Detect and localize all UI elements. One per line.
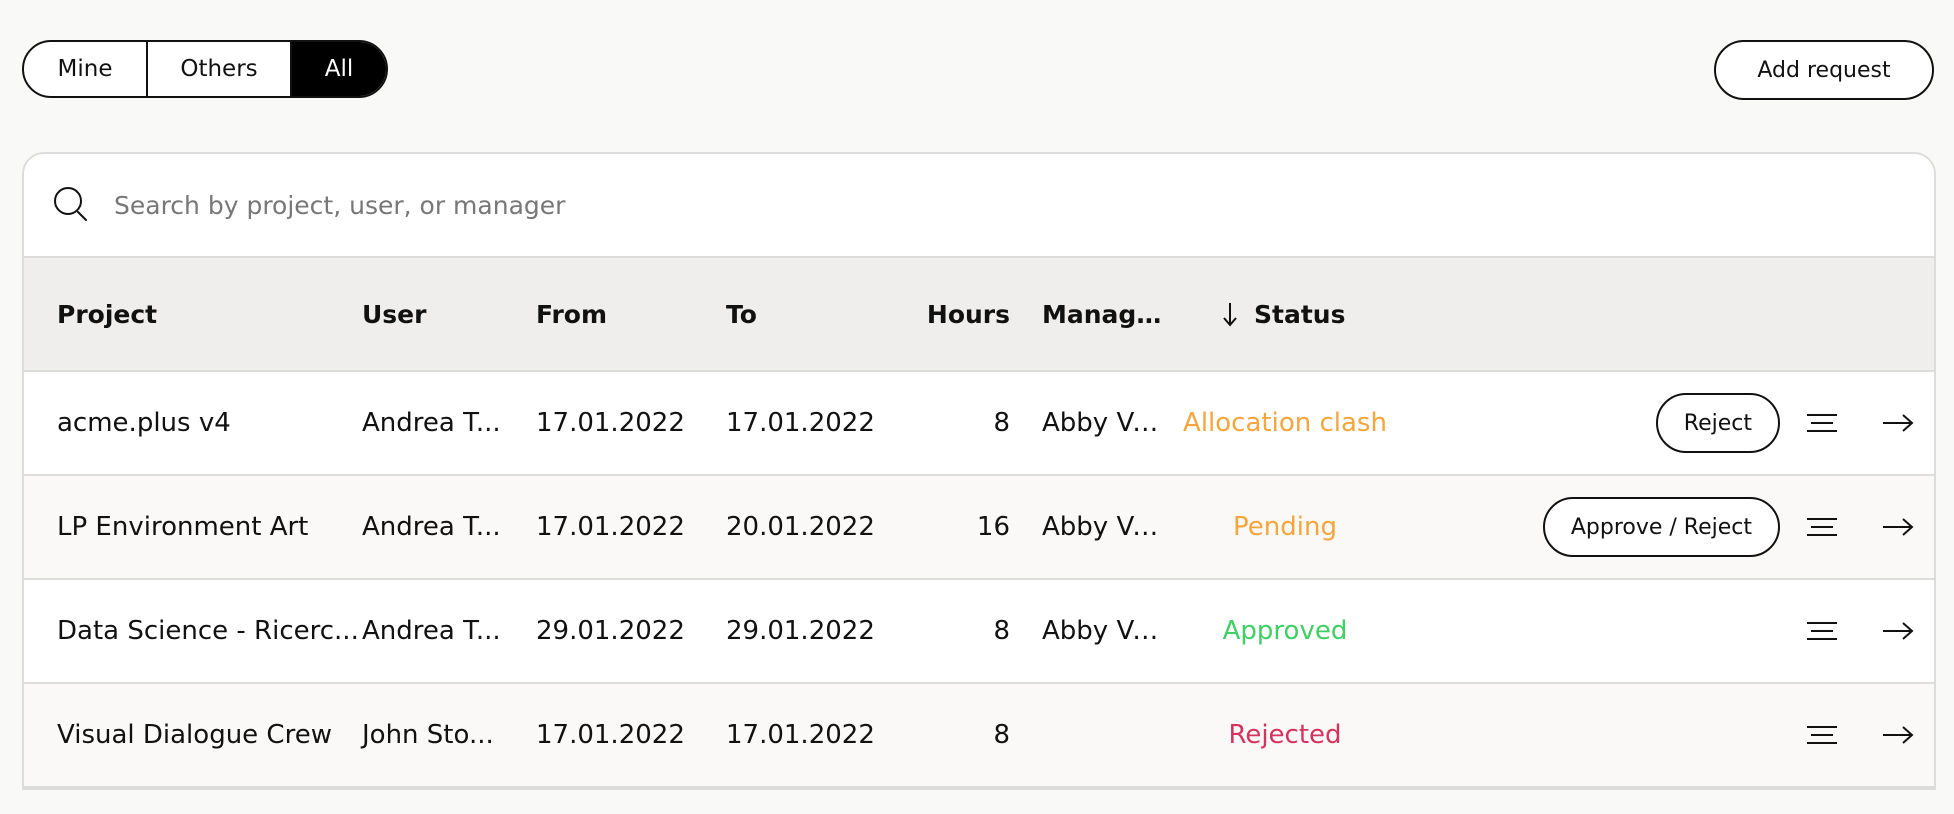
table-row[interactable]: acme.plus v4 Andrea T... 17.01.2022 17.01.2… [24,372,1934,476]
cell-project: acme.plus v4 [57,408,231,438]
search-bar [24,154,1934,258]
cell-to: 17.01.2022 [726,408,875,438]
row-actions [1400,715,1934,755]
cell-project: Data Science - Ricerc... [57,616,359,646]
requests-card: Project User From To Hours Manager Statu… [22,152,1936,790]
search-input[interactable] [114,190,1714,220]
cell-project: Visual Dialogue Crew [57,720,332,750]
cell-from: 29.01.2022 [536,616,685,646]
cell-status: Pending [1233,512,1337,542]
cell-project: LP Environment Art [57,512,309,542]
cell-manager: Abby Vari... [1042,616,1170,646]
cell-from: 17.01.2022 [536,720,685,750]
arrow-right-icon[interactable] [1878,403,1918,443]
cell-user: Andrea T... [362,616,501,646]
cell-manager: Abby Vari... [1042,512,1170,542]
cell-hours: 8 [993,408,1010,438]
filter-mine-tab[interactable]: Mine [24,42,146,96]
column-header-project[interactable]: Project [24,300,360,329]
lines-icon[interactable] [1802,715,1842,755]
cell-user: John Sto... [362,720,494,750]
cell-status: Allocation clash [1183,408,1387,438]
cell-to: 17.01.2022 [726,720,875,750]
row-actions: Reject [1400,393,1934,453]
cell-manager: Abby Vari... [1042,408,1170,438]
column-header-from[interactable]: From [536,300,726,329]
cell-hours: 8 [993,616,1010,646]
cell-user: Andrea T... [362,408,501,438]
cell-to: 29.01.2022 [726,616,875,646]
table-body: acme.plus v4 Andrea T... 17.01.2022 17.01.2… [24,372,1934,788]
filter-all-tab[interactable]: All [290,42,386,96]
table-row[interactable]: Data Science - Ricerc... Andrea T... 29.01… [24,580,1934,684]
cell-status: Rejected [1228,720,1342,750]
column-header-user[interactable]: User [360,300,536,329]
lines-icon[interactable] [1802,403,1842,443]
reject-button[interactable]: Reject [1655,393,1780,453]
add-request-button[interactable]: Add request [1714,40,1934,100]
row-actions [1400,611,1934,651]
row-actions: Approve / Reject [1400,497,1934,557]
cell-user: Andrea T... [362,512,501,542]
table-header: Project User From To Hours Manager Statu… [24,258,1934,372]
column-header-hours[interactable]: Hours [908,300,1018,329]
filter-others-tab[interactable]: Others [146,42,290,96]
search-icon [50,183,94,227]
cell-from: 17.01.2022 [536,512,685,542]
column-header-manager[interactable]: Manager [1018,300,1170,329]
cell-to: 20.01.2022 [726,512,875,542]
cell-from: 17.01.2022 [536,408,685,438]
column-header-status-label: Status [1254,299,1346,329]
cell-hours: 16 [976,512,1010,542]
view-filter: Mine Others All [22,40,388,98]
lines-icon[interactable] [1802,611,1842,651]
arrow-right-icon[interactable] [1878,611,1918,651]
arrow-right-icon[interactable] [1878,715,1918,755]
column-header-status[interactable]: Status [1170,300,1400,329]
cell-hours: 8 [993,720,1010,750]
table-row[interactable]: LP Environment Art Andrea T... 17.01.2022 2… [24,476,1934,580]
lines-icon[interactable] [1802,507,1842,547]
arrow-right-icon[interactable] [1878,507,1918,547]
arrow-down-icon [1220,300,1240,328]
approve-reject-button[interactable]: Approve / Reject [1542,497,1780,557]
table-row[interactable]: Visual Dialogue Crew John Sto... 17.01.202… [24,684,1934,788]
cell-status: Approved [1222,616,1348,646]
column-header-to[interactable]: To [726,300,908,329]
